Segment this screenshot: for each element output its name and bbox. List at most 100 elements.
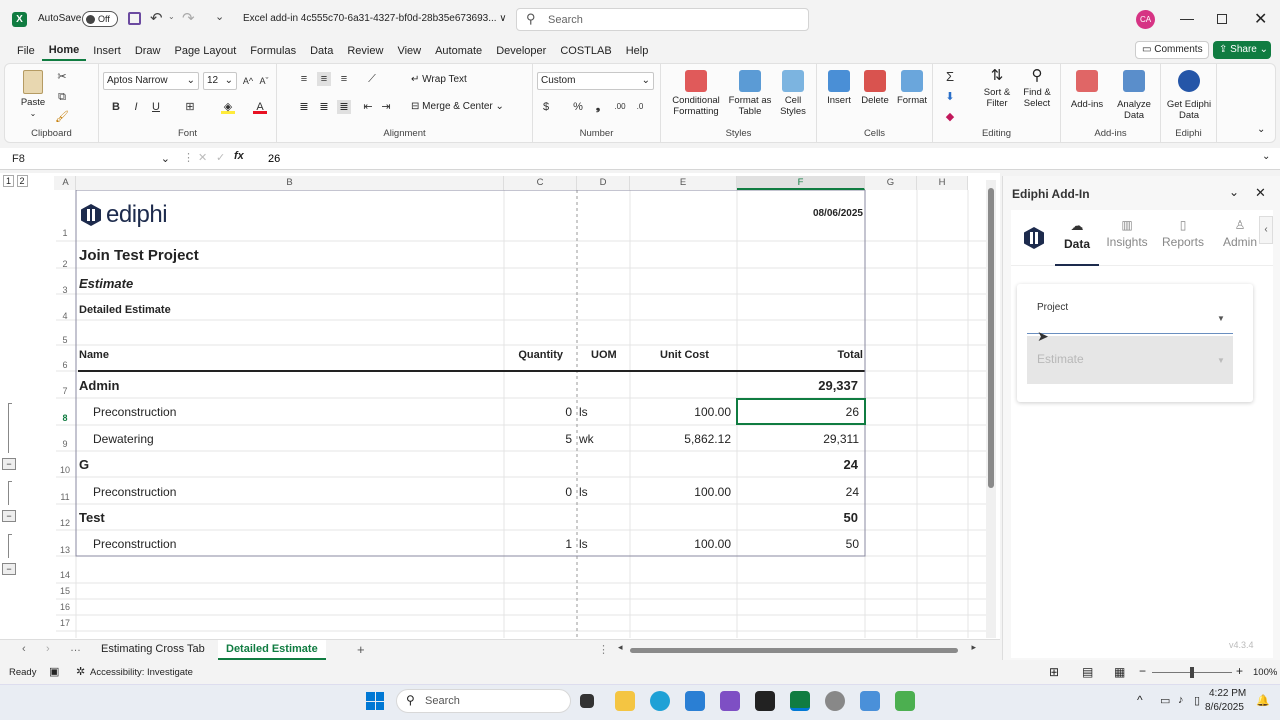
header-unit-cost[interactable]: Unit Cost [660,349,709,361]
user-avatar[interactable]: CA [1136,10,1155,29]
row9-cost[interactable]: 5,862.12 [631,432,731,446]
autosum-icon[interactable]: Σ [943,70,957,84]
column-header-g[interactable]: G [865,176,917,190]
visual-studio-icon[interactable] [720,691,740,711]
undo-dropdown-icon[interactable]: ⌄ [168,12,175,21]
align-top-icon[interactable]: ≡ [297,72,311,86]
column-header-a[interactable]: A [56,176,76,190]
add-sheet-icon[interactable]: + [357,642,365,657]
row13-name[interactable]: Preconstruction [93,537,176,551]
row-header-8[interactable]: 8 [54,413,76,423]
fill-icon[interactable]: ⬇ [943,90,957,104]
tray-battery-icon[interactable]: ▯ [1194,694,1200,707]
close-window-icon[interactable]: ✕ [1254,9,1267,29]
row13-qty[interactable]: 1 [505,537,572,551]
name-box[interactable]: F8 ⌄ [6,150,176,168]
outline-collapse-g[interactable]: − [2,510,16,522]
borders-icon[interactable]: ⊞ [183,100,197,114]
orientation-icon[interactable]: ⟋ [365,72,379,86]
row8-cost[interactable]: 100.00 [631,405,731,419]
column-header-h[interactable]: H [917,176,968,190]
decrease-font-icon[interactable]: Aˇ [257,74,271,88]
excel-taskbar-icon[interactable] [790,691,810,711]
next-sheet-icon[interactable]: › [46,643,50,655]
decrease-indent-icon[interactable]: ⇤ [361,100,375,114]
taskbar-search[interactable]: ⚲ Search [396,689,571,713]
tab-review[interactable]: Review [340,41,390,61]
header-name[interactable]: Name [79,349,109,361]
insert-function-icon[interactable]: fx [234,150,244,162]
tab-costlab[interactable]: COSTLAB [553,41,618,61]
font-name-select[interactable]: Aptos Narrow ⌄ [103,72,199,90]
more-sheets-icon[interactable]: … [70,642,81,654]
increase-decimal-icon[interactable]: .00 [613,100,627,114]
accessibility-icon[interactable]: ✲ [76,665,85,678]
vscode-icon[interactable] [685,691,705,711]
search-box[interactable]: ⚲ Search [516,8,809,31]
column-header-c[interactable]: C [504,176,577,190]
bold-icon[interactable]: B [109,100,123,114]
row11-qty[interactable]: 0 [505,485,572,499]
tab-file[interactable]: File [10,41,42,61]
clock-time[interactable]: 4:22 PM [1209,688,1246,699]
row-header-7[interactable]: 7 [54,386,76,396]
undo-icon[interactable]: ↶ [150,9,163,27]
outline-level-2[interactable]: 2 [16,175,28,187]
tab-view[interactable]: View [390,41,428,61]
row-header-12[interactable]: 12 [54,518,76,528]
row-header-1[interactable]: 1 [54,228,76,238]
row9-total[interactable]: 29,311 [738,432,859,446]
vertical-scroll-thumb[interactable] [988,188,994,488]
tray-network-icon[interactable]: ▭ [1160,694,1170,707]
row11-uom[interactable]: ls [579,485,588,499]
row8-name[interactable]: Preconstruction [93,405,176,419]
section-g-name[interactable]: G [79,457,89,472]
section-g-total[interactable]: 24 [738,457,858,472]
maximize-icon[interactable] [1217,14,1227,24]
format-as-table-button[interactable]: Format as Table [727,70,773,117]
zoom-out-icon[interactable]: − [1139,664,1146,678]
tab-home[interactable]: Home [41,41,87,61]
pane-scroll-right-icon[interactable]: ‹ [1259,216,1273,244]
macro-record-icon[interactable]: ▣ [49,665,59,678]
percent-icon[interactable]: % [571,100,585,114]
currency-icon[interactable]: $ [539,100,553,114]
row8-qty[interactable]: 0 [505,405,572,419]
row-header-11[interactable]: 11 [54,492,76,502]
column-header-d[interactable]: D [577,176,630,190]
zoom-slider[interactable] [1152,667,1232,678]
tab-formulas[interactable]: Formulas [243,41,303,61]
outline-level-1[interactable]: 1 [3,175,15,187]
clock-date[interactable]: 8/6/2025 [1205,702,1244,713]
prev-sheet-icon[interactable]: ‹ [22,643,26,655]
tab-insert[interactable]: Insert [86,41,128,61]
file-explorer-icon[interactable] [615,691,635,711]
row-header-5[interactable]: 5 [54,335,76,345]
addins-button[interactable]: Add-ins [1065,70,1109,110]
header-total[interactable]: Total [738,349,863,361]
wrap-text-button[interactable]: ↵ Wrap Text [411,74,467,85]
date-cell[interactable]: 08/06/2025 [738,208,863,219]
cell-styles-button[interactable]: Cell Styles [773,70,813,117]
row9-uom[interactable]: wk [579,432,594,446]
tab-draw[interactable]: Draw [128,41,168,61]
taskview-icon[interactable] [580,694,594,708]
fill-color-icon[interactable]: ◈ [221,100,235,114]
merge-center-button[interactable]: ⊟ Merge & Center ⌄ [411,101,504,112]
row-header-16[interactable]: 16 [54,602,76,612]
row-header-15[interactable]: 15 [54,586,76,596]
tab-page-layout[interactable]: Page Layout [167,41,243,61]
enter-icon[interactable]: ✓ [216,151,225,164]
horizontal-scroll-thumb[interactable] [630,648,958,653]
share-button[interactable]: ⇪ Share ⌄ [1213,41,1271,59]
row8-uom[interactable]: ls [579,405,588,419]
row-header-10[interactable]: 10 [54,465,76,475]
align-right-icon[interactable]: ≣ [337,100,351,114]
formula-input[interactable] [268,150,1258,168]
row-header-2[interactable]: 2 [54,259,76,269]
customize-qat-icon[interactable]: ⌄ [215,10,224,23]
clear-icon[interactable]: ◆ [943,110,957,124]
redo-icon[interactable]: ↷ [182,9,195,27]
estimate-select[interactable]: Estimate ▼ [1027,336,1233,384]
pane-options-icon[interactable]: ⌄ [1229,185,1239,199]
